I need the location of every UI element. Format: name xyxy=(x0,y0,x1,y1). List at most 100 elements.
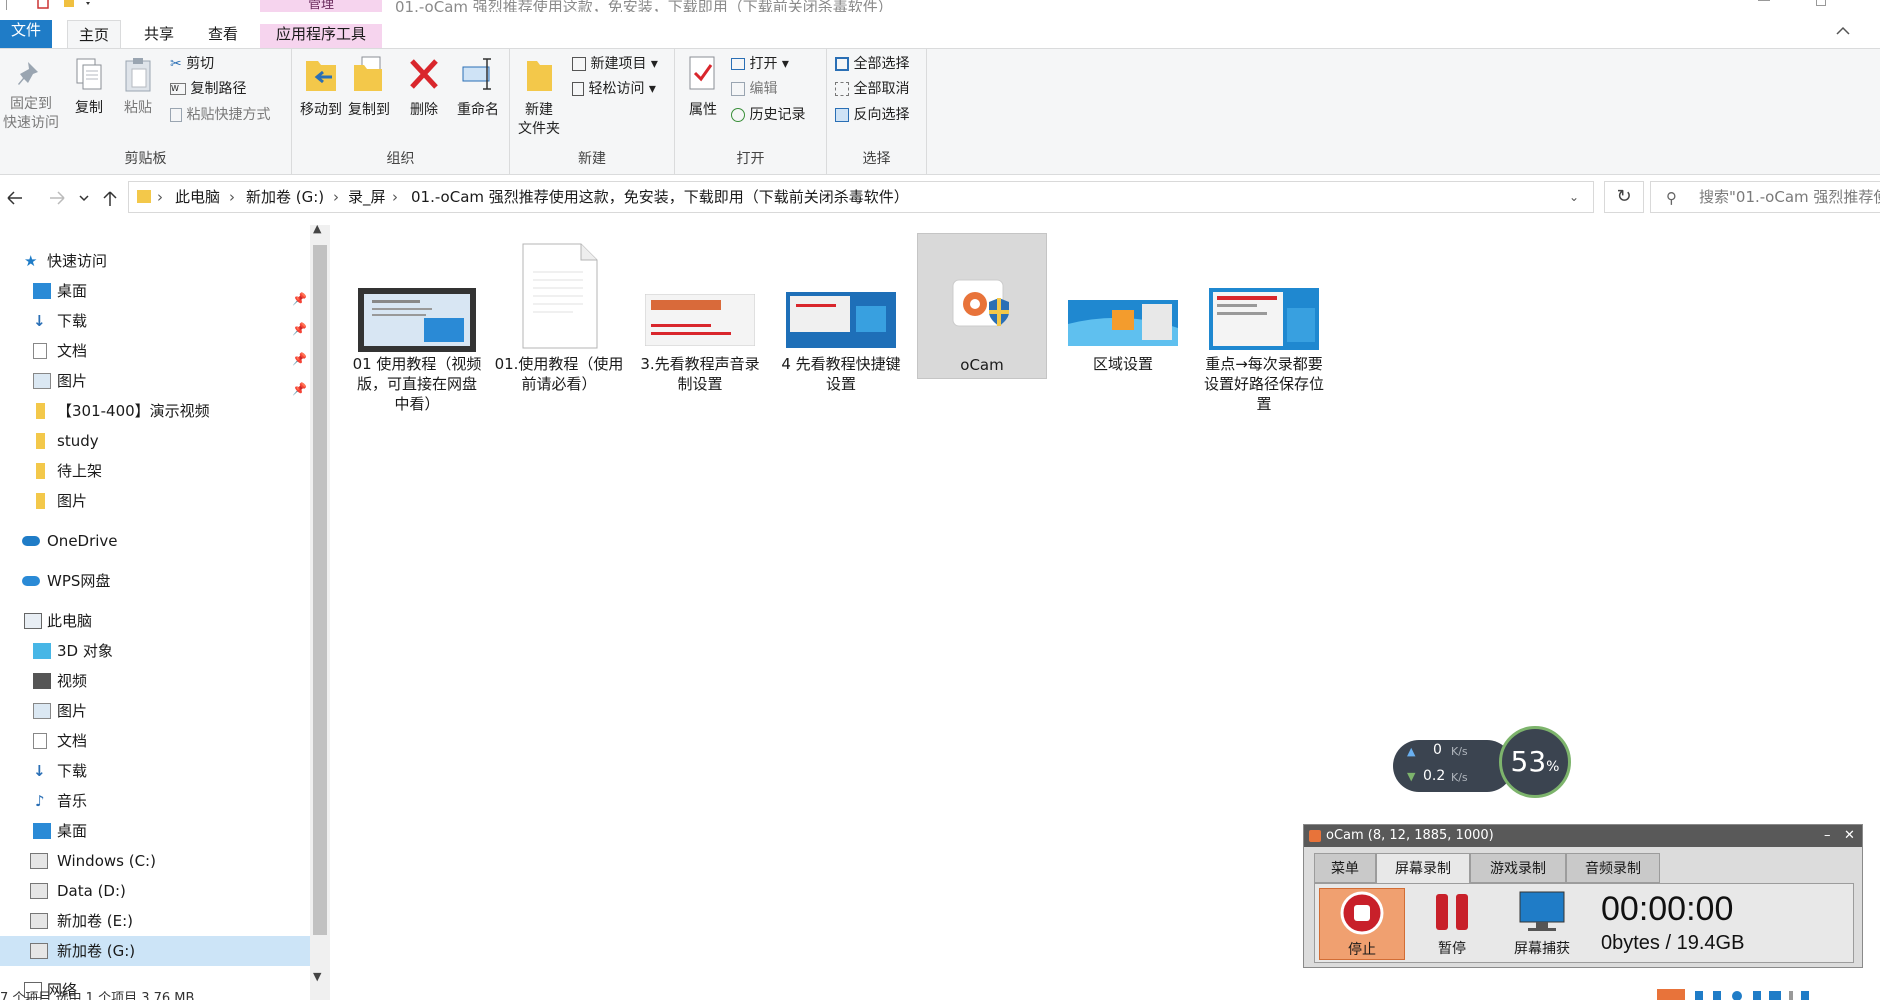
select-none-button[interactable]: 全部取消 xyxy=(835,78,909,100)
move-to-button[interactable]: 移动到 xyxy=(298,55,344,120)
file-item-image[interactable]: 3.先看教程声音录制设置 xyxy=(635,238,765,418)
nav-item-videos[interactable]: 视频 xyxy=(0,666,310,696)
pin-quick-access-button[interactable]: 固定到 快速访问 xyxy=(2,59,60,133)
nav-quick-access[interactable]: ★ 快速访问 xyxy=(0,246,310,276)
refresh-icon[interactable]: ↻ xyxy=(1604,181,1644,213)
crumb-separator-icon[interactable]: › xyxy=(229,182,235,212)
nav-item-3d[interactable]: 3D 对象 xyxy=(0,636,310,666)
file-item-video[interactable]: 01 使用教程（视频版，可直接在网盘中看） xyxy=(352,238,482,418)
tab-file[interactable]: 文件 xyxy=(0,20,52,48)
tray-icon[interactable] xyxy=(1695,991,1703,1000)
history-button[interactable]: 历史记录 xyxy=(731,104,805,126)
scroll-down-icon[interactable]: ▼ xyxy=(313,970,321,983)
forward-icon[interactable] xyxy=(50,191,65,205)
tray-icon[interactable] xyxy=(1801,991,1809,1000)
nav-item-folder[interactable]: 待上架 xyxy=(0,456,310,486)
file-item-image[interactable]: 4 先看教程快捷键设置 xyxy=(776,238,906,418)
quick-access-toolbar[interactable] xyxy=(2,0,92,12)
crumb-current-folder[interactable]: 01.-oCam 强烈推荐使用这款，免安装，下载即用（下载前关闭杀毒软件） xyxy=(411,182,909,212)
copy-path-button[interactable]: W 复制路径 xyxy=(170,78,246,100)
easy-access-button[interactable]: 轻松访问 ▾ xyxy=(572,78,656,100)
maximize-icon[interactable] xyxy=(1816,0,1826,6)
select-all-button[interactable]: 全部选择 xyxy=(835,53,909,75)
nav-item-music[interactable]: ♪ 音乐 xyxy=(0,786,310,816)
ocam-titlebar[interactable]: oCam (8, 12, 1885, 1000) – ✕ xyxy=(1304,825,1862,847)
nav-item-downloads[interactable]: ↓ 下载 📌 xyxy=(0,306,310,336)
properties-button[interactable]: 属性 xyxy=(683,55,723,120)
scroll-up-icon[interactable]: ▲ xyxy=(313,222,321,235)
delete-button[interactable]: 删除 xyxy=(404,55,444,120)
paste-button[interactable]: 粘贴 xyxy=(117,57,159,118)
crumb-record-folder[interactable]: 录_屏 xyxy=(348,182,386,212)
search-input[interactable]: 搜索"01.-oCam 强烈推荐使用这款 xyxy=(1650,181,1880,213)
ocam-pause-button[interactable]: 暂停 xyxy=(1409,888,1495,960)
file-item-ocam-exe[interactable]: oCam xyxy=(917,233,1047,379)
nav-item-folder[interactable]: study xyxy=(0,426,310,456)
tray-icon[interactable] xyxy=(1753,991,1761,1000)
crumb-separator-icon[interactable]: › xyxy=(392,182,398,212)
cut-button[interactable]: ✂ 剪切 xyxy=(170,53,214,75)
title-bar: 管理 01.-oCam 强烈推荐使用这款，免安装，下载即用（下载前关闭杀毒软件） xyxy=(0,0,1880,16)
back-icon[interactable] xyxy=(7,191,22,205)
network-speed-widget[interactable]: ▲ 0 K/s ▼ 0.2 K/s 53% xyxy=(1393,726,1571,812)
manage-tab-label[interactable]: 管理 xyxy=(260,0,382,12)
new-folder-button[interactable]: 新建 文件夹 xyxy=(516,55,562,139)
tray-icon[interactable] xyxy=(1789,991,1793,1000)
nav-item-downloads[interactable]: ↓ 下载 xyxy=(0,756,310,786)
ocam-stop-button[interactable]: 停止 xyxy=(1319,888,1405,960)
nav-item-drive-e[interactable]: 新加卷 (E:) xyxy=(0,906,310,936)
nav-item-drive-c[interactable]: Windows (C:) xyxy=(0,846,310,876)
document-icon xyxy=(33,733,47,749)
crumb-this-pc[interactable]: 此电脑 xyxy=(175,182,220,212)
nav-item-drive-g[interactable]: 新加卷 (G:) xyxy=(0,936,310,966)
crumb-drive-g[interactable]: 新加卷 (G:) xyxy=(246,182,324,212)
minimize-icon[interactable] xyxy=(1758,0,1770,1)
ocam-tab-audio-record[interactable]: 音频录制 xyxy=(1566,853,1660,883)
nav-item-desktop[interactable]: 桌面 xyxy=(0,816,310,846)
nav-item-documents[interactable]: 文档 xyxy=(0,726,310,756)
tab-view[interactable]: 查看 xyxy=(196,20,250,48)
ocam-tab-screen-record[interactable]: 屏幕录制 xyxy=(1376,853,1470,885)
address-dropdown-icon[interactable]: ⌄ xyxy=(1569,182,1579,212)
up-icon[interactable] xyxy=(103,191,117,206)
crumb-separator-icon[interactable]: › xyxy=(157,182,163,212)
tray-icon[interactable] xyxy=(1769,991,1781,1000)
nav-item-pictures[interactable]: 图片 xyxy=(0,696,310,726)
tray-icon[interactable] xyxy=(1732,991,1742,1000)
file-item-document[interactable]: 01.使用教程（使用前请必看） xyxy=(494,238,624,418)
tab-home[interactable]: 主页 xyxy=(67,20,121,48)
rename-button[interactable]: 重命名 xyxy=(452,55,504,120)
file-item-image[interactable]: 重点→每次录都要设置好路径保存位置 xyxy=(1199,238,1329,418)
nav-item-documents[interactable]: 文档 📌 xyxy=(0,336,310,366)
nav-scrollbar-thumb[interactable] xyxy=(313,245,327,935)
file-item-image[interactable]: 区域设置 xyxy=(1058,238,1188,418)
nav-this-pc[interactable]: 此电脑 xyxy=(0,606,310,636)
nav-onedrive[interactable]: OneDrive xyxy=(0,526,310,556)
tab-share[interactable]: 共享 xyxy=(132,20,186,48)
nav-item-pictures[interactable]: 图片 📌 xyxy=(0,366,310,396)
recent-locations-icon[interactable] xyxy=(79,195,89,202)
address-bar[interactable]: › 此电脑 › 新加卷 (G:) › 录_屏 › 01.-oCam 强烈推荐使用… xyxy=(128,181,1594,213)
nav-wps[interactable]: WPS网盘 xyxy=(0,566,310,596)
ocam-tab-menu[interactable]: 菜单 xyxy=(1314,853,1376,883)
sogou-ime-icon[interactable] xyxy=(1657,989,1685,1000)
open-button[interactable]: 打开 ▾ xyxy=(731,53,789,75)
nav-item-folder[interactable]: 图片 xyxy=(0,486,310,516)
paste-shortcut-button[interactable]: 粘贴快捷方式 xyxy=(170,104,270,126)
invert-selection-button[interactable]: 反向选择 xyxy=(835,104,909,126)
collapse-ribbon-icon[interactable] xyxy=(1836,26,1850,36)
tab-app-tools[interactable]: 应用程序工具 xyxy=(262,20,380,48)
ocam-minimize-icon[interactable]: – xyxy=(1824,825,1831,847)
copy-button[interactable]: 复制 xyxy=(68,57,110,118)
ocam-tab-game-record[interactable]: 游戏录制 xyxy=(1470,853,1566,883)
nav-item-folder[interactable]: 【301-400】演示视频 xyxy=(0,396,310,426)
ocam-capture-button[interactable]: 屏幕捕获 xyxy=(1499,888,1585,960)
copy-to-button[interactable]: 复制到 xyxy=(346,55,392,120)
tray-icon[interactable] xyxy=(1713,991,1721,1000)
nav-item-desktop[interactable]: 桌面 📌 xyxy=(0,276,310,306)
ocam-close-icon[interactable]: ✕ xyxy=(1844,825,1855,847)
nav-item-drive-d[interactable]: Data (D:) xyxy=(0,876,310,906)
crumb-separator-icon[interactable]: › xyxy=(333,182,339,212)
edit-button[interactable]: 编辑 xyxy=(731,78,777,100)
new-item-button[interactable]: 新建项目 ▾ xyxy=(572,53,658,75)
